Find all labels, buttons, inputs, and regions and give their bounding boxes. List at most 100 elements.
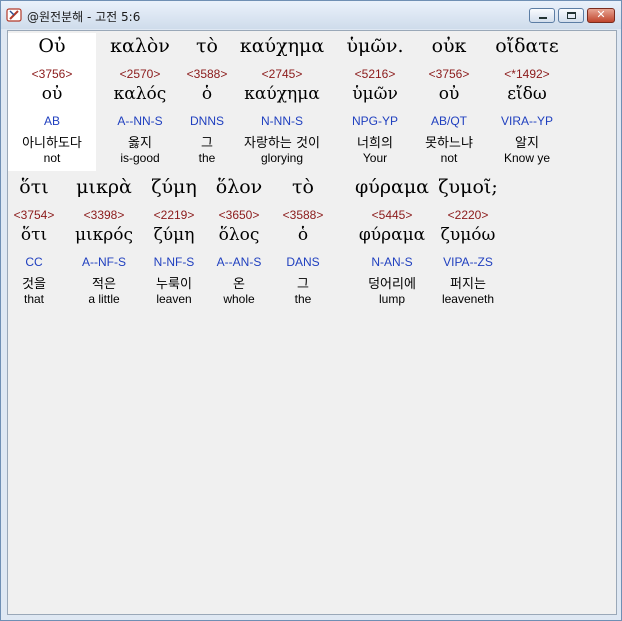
strong-number: <3588>	[186, 67, 228, 81]
greek-word: καλὸν	[110, 35, 170, 57]
greek-word: Οὐ	[38, 35, 66, 57]
strong-number: <3756>	[428, 67, 470, 81]
parse-code: DANS	[286, 255, 320, 269]
korean-gloss: 옳지	[128, 136, 152, 151]
english-gloss: glorying	[260, 151, 304, 165]
interlinear-panel[interactable]: Οὐ <3756> οὐ AB 아니하도다 not καλὸν <2570> καλός A--N…	[7, 30, 617, 615]
lemma: μικρός	[74, 225, 134, 245]
lemma: ζυμόω	[440, 225, 496, 245]
word-column[interactable]: ζυμοῖ; <2220> ζυμόω VIPA--ZS 퍼지는 leaveneth	[418, 174, 518, 312]
parse-code: VIRA--YP	[500, 114, 553, 128]
korean-gloss: 적은	[92, 277, 116, 292]
greek-word: ὑμῶν.	[346, 35, 404, 57]
word-column[interactable]: οἴδατε <*1492> εἴδω VIRA--YP 알지 Know ye	[482, 33, 572, 171]
parse-code: DNNS	[189, 114, 224, 128]
parse-code: CC	[25, 255, 43, 269]
english-gloss: not	[43, 151, 61, 165]
word-column[interactable]: μικρὰ <3398> μικρός A--NF-S 적은 a little	[60, 174, 148, 312]
strong-number: <2745>	[261, 67, 303, 81]
korean-gloss: 퍼지는	[450, 277, 486, 292]
greek-word: οἴδατε	[495, 35, 559, 57]
english-gloss: not	[440, 151, 458, 165]
app-window: @원전분해 - 고전 5:6 ✕ Οὐ <3756> οὐ AB 아니하도다 not καλ…	[0, 0, 622, 621]
lemma: οὐ	[438, 84, 460, 104]
word-column[interactable]: ζύμη <2219> ζύμη N-NF-S 누룩이 leaven	[148, 174, 200, 312]
korean-gloss: 그	[201, 136, 213, 151]
lemma: ὁ	[297, 225, 309, 245]
bible-book-icon	[6, 8, 22, 22]
word-column[interactable]: οὐκ <3756> οὐ AB/QT 못하느냐 not	[416, 33, 482, 171]
strong-number: <3588>	[282, 208, 324, 222]
strong-number: <2219>	[153, 208, 195, 222]
english-gloss: the	[198, 151, 216, 165]
strong-number: <5216>	[354, 67, 396, 81]
window-title: @원전분해 - 고전 5:6	[27, 10, 141, 24]
parse-code: A--NF-S	[82, 255, 126, 269]
korean-gloss: 것을	[22, 277, 46, 292]
parse-code: A--NN-S	[117, 114, 163, 128]
verse-interlinear: Οὐ <3756> οὐ AB 아니하도다 not καλὸν <2570> καλός A--N…	[8, 31, 618, 616]
strong-number: <3756>	[31, 67, 73, 81]
english-gloss: leaveneth	[441, 292, 495, 306]
english-gloss: is-good	[120, 151, 160, 165]
close-button[interactable]: ✕	[587, 8, 615, 23]
greek-word: τὸ	[292, 176, 314, 198]
strong-number: <3398>	[83, 208, 125, 222]
greek-word: ζυμοῖ;	[438, 176, 498, 198]
greek-word: ὅλον	[215, 176, 263, 198]
english-gloss: Know ye	[503, 151, 551, 165]
parse-code: N-NN-S	[261, 114, 303, 128]
strong-number: <3754>	[13, 208, 55, 222]
parse-code: AB	[43, 114, 60, 128]
parse-code: A--AN-S	[216, 255, 262, 269]
parse-code: N-NF-S	[153, 255, 195, 269]
korean-gloss: 누룩이	[156, 277, 192, 292]
english-gloss: Your	[362, 151, 388, 165]
maximize-icon	[567, 12, 576, 19]
english-gloss: leaven	[156, 292, 192, 306]
korean-gloss: 알지	[515, 136, 539, 151]
korean-gloss: 아니하도다	[22, 136, 82, 151]
word-column[interactable]: καύχημα <2745> καύχημα N-NN-S 자랑하는 것이 gloryin…	[230, 33, 334, 171]
greek-word: τὸ	[196, 35, 218, 57]
word-column[interactable]: ὅλον <3650> ὅλος A--AN-S 온 whole	[198, 174, 280, 312]
english-gloss: whole	[223, 292, 255, 306]
minimize-icon	[539, 17, 547, 19]
word-column[interactable]: ὑμῶν. <5216> ὑμῶν NPG-YP 너희의 Your	[334, 33, 416, 171]
word-column[interactable]: τὸ <3588> ὁ DNNS 그 the	[184, 33, 230, 171]
lemma: καλός	[113, 84, 167, 104]
greek-word: μικρὰ	[76, 176, 132, 198]
parse-code: AB/QT	[430, 114, 467, 128]
korean-gloss: 그	[297, 277, 309, 292]
minimize-button[interactable]	[529, 8, 555, 23]
parse-code: NPG-YP	[351, 114, 398, 128]
lemma: καύχημα	[244, 84, 320, 104]
english-gloss: a little	[88, 292, 120, 306]
lemma: ὅτι	[20, 225, 48, 245]
word-column[interactable]: τὸ <3588> ὁ DANS 그 the	[280, 174, 326, 312]
english-gloss: the	[294, 292, 312, 306]
lemma: ὑμῶν	[352, 84, 398, 104]
parse-code: VIPA--ZS	[443, 255, 493, 269]
maximize-button[interactable]	[558, 8, 584, 23]
strong-number: <2220>	[447, 208, 489, 222]
close-icon: ✕	[596, 8, 606, 21]
word-column[interactable]: καλὸν <2570> καλός A--NN-S 옳지 is-good	[96, 33, 184, 171]
korean-gloss: 너희의	[357, 136, 393, 151]
lemma: εἴδω	[507, 84, 547, 104]
lemma: ζύμη	[153, 225, 195, 245]
greek-word: καύχημα	[239, 35, 325, 57]
greek-word: ὅτι	[19, 176, 49, 198]
strong-number: <3650>	[218, 208, 260, 222]
word-column[interactable]: Οὐ <3756> οὐ AB 아니하도다 not	[8, 33, 96, 171]
lemma: οὐ	[41, 84, 63, 104]
greek-word: οὐκ	[431, 35, 467, 57]
english-gloss: that	[23, 292, 44, 306]
korean-gloss: 온	[233, 277, 245, 292]
strong-number: <*1492>	[504, 67, 550, 81]
lemma: ὁ	[201, 84, 213, 104]
title-bar[interactable]: @원전분해 - 고전 5:6 ✕	[1, 1, 621, 29]
word-column[interactable]: ὅτι <3754> ὅτι CC 것을 that	[8, 174, 60, 312]
strong-number: <2570>	[119, 67, 161, 81]
korean-gloss: 자랑하는 것이	[244, 136, 320, 151]
